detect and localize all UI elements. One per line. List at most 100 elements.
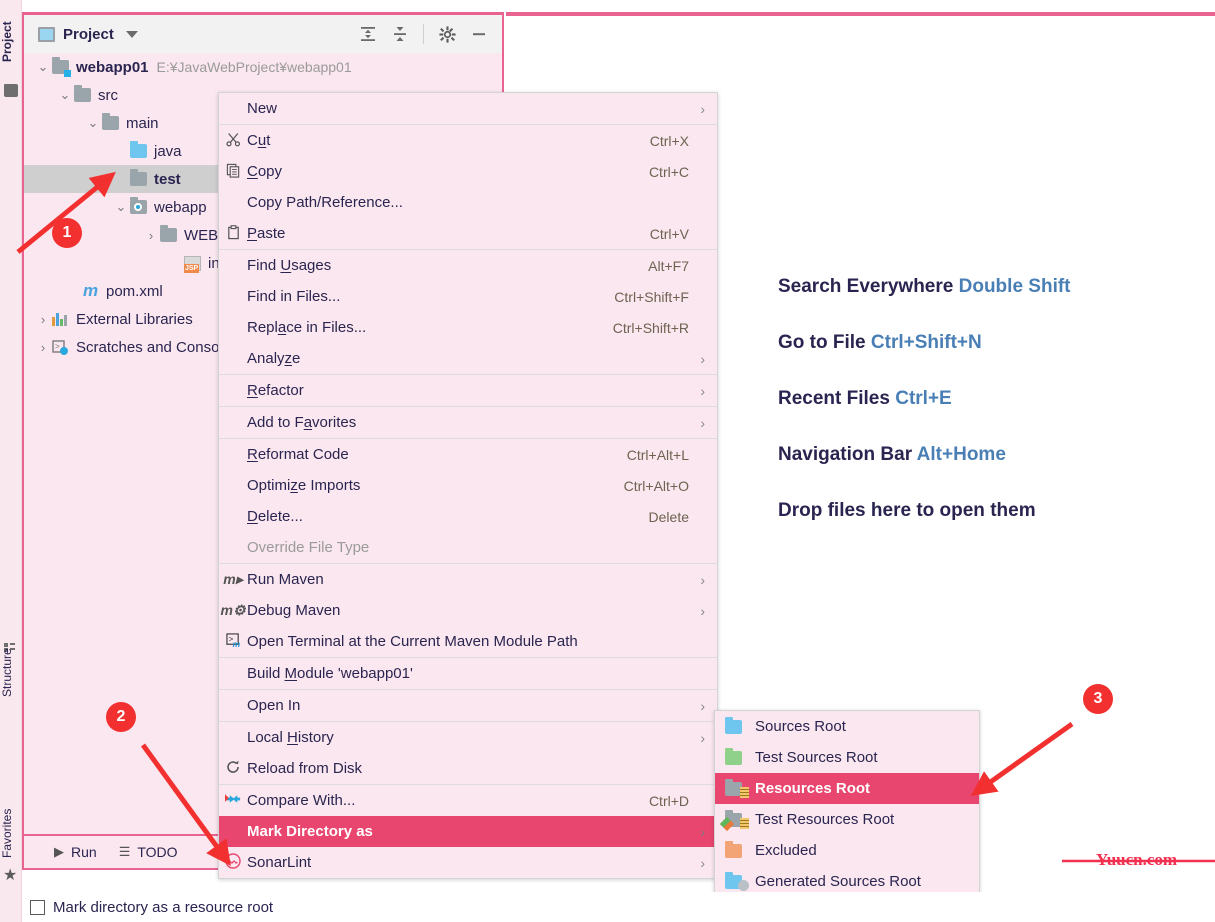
- bottom-tab-todo[interactable]: ☰ TODO: [119, 844, 178, 860]
- expand-all-button[interactable]: [353, 20, 383, 48]
- menu-item-open-in[interactable]: Open In ›: [219, 690, 717, 721]
- submenu-item-label: Excluded: [755, 842, 817, 859]
- submenu-item-sources-root[interactable]: Sources Root: [715, 711, 979, 742]
- menu-item-open-terminal-maven[interactable]: > m Open Terminal at the Current Maven Mo…: [219, 626, 717, 657]
- tool-window-button-project[interactable]: Project: [0, 6, 22, 78]
- tree-expander[interactable]: ›: [142, 228, 160, 243]
- tree-label: External Libraries: [76, 310, 193, 328]
- menu-item-label: Compare With...: [247, 792, 356, 809]
- menu-item-override-file-type: Override File Type: [219, 532, 717, 563]
- menu-item-label: Reload from Disk: [247, 760, 363, 777]
- menu-item-shortcut: Ctrl+X: [649, 132, 689, 149]
- chevron-down-icon[interactable]: [125, 30, 138, 38]
- menu-item-find-in-files[interactable]: Find in Files... Ctrl+Shift+F: [219, 281, 717, 312]
- project-window-header: Project: [24, 15, 502, 53]
- tree-label: pom.xml: [106, 282, 163, 300]
- menu-item-shortcut: Ctrl+V: [649, 225, 689, 242]
- menu-item-reload-from-disk[interactable]: Reload from Disk: [219, 753, 717, 784]
- menu-item-build-module[interactable]: Build Module 'webapp01': [219, 658, 717, 689]
- maven-run-icon: m▸: [223, 571, 243, 587]
- bottom-tab-run[interactable]: ▶ Run: [54, 844, 97, 860]
- collapse-all-button[interactable]: [385, 20, 415, 48]
- web-folder-icon: [130, 197, 147, 214]
- watermark-text: Yuucn.com: [1096, 850, 1178, 869]
- libraries-icon: [52, 312, 69, 326]
- copy-icon: [219, 163, 247, 181]
- folder-icon: [160, 225, 177, 242]
- menu-item-find-usages[interactable]: Find Usages Alt+F7: [219, 250, 717, 281]
- submenu-item-resources-root[interactable]: Resources Root: [715, 773, 979, 804]
- hint-drop-files: Drop files here to open them: [778, 500, 1198, 522]
- tree-expander[interactable]: ›: [34, 340, 52, 355]
- status-checkbox-icon[interactable]: [30, 899, 45, 915]
- menu-item-shortcut: Alt+F7: [648, 257, 689, 274]
- tree-expander[interactable]: ⌄: [84, 115, 102, 131]
- menu-item-sonarlint[interactable]: SonarLint ›: [219, 847, 717, 878]
- tree-row-webapp01[interactable]: ⌄ webapp01 E:¥JavaWebProject¥webapp01: [24, 53, 502, 81]
- submenu-item-test-sources-root[interactable]: Test Sources Root: [715, 742, 979, 773]
- hint-shortcut: Alt+Home: [916, 444, 1006, 465]
- project-view-icon: [38, 26, 55, 42]
- settings-button[interactable]: [432, 20, 462, 48]
- hint-shortcut: Ctrl+Shift+N: [870, 332, 982, 353]
- menu-item-shortcut: Delete: [648, 508, 689, 525]
- tree-expander[interactable]: ⌄: [34, 59, 52, 75]
- menu-item-mark-directory-as[interactable]: Mark Directory as ›: [219, 816, 717, 847]
- submenu-item-label: Generated Sources Root: [755, 873, 921, 890]
- menu-item-add-to-favorites[interactable]: Add to Favorites ›: [219, 407, 717, 438]
- menu-item-refactor[interactable]: Refactor ›: [219, 375, 717, 406]
- tree-expander[interactable]: ›: [34, 312, 52, 327]
- menu-item-label: Cut: [247, 132, 271, 149]
- menu-item-label: Find in Files...: [247, 288, 341, 305]
- menu-item-label: Paste: [247, 225, 286, 242]
- menu-item-run-maven[interactable]: m▸ Run Maven ›: [219, 564, 717, 595]
- tree-expander[interactable]: ⌄: [112, 199, 130, 215]
- submenu-item-excluded[interactable]: Excluded: [715, 835, 979, 866]
- menu-item-label: Refactor: [247, 382, 304, 399]
- menu-item-label: New: [247, 100, 278, 117]
- menu-item-label: Optimize Imports: [247, 477, 361, 494]
- tool-window-button-structure[interactable]: Structure: [0, 630, 22, 716]
- menu-item-paste[interactable]: Paste Ctrl+V: [219, 218, 717, 249]
- submenu-item-test-resources-root[interactable]: Test Resources Root: [715, 804, 979, 835]
- menu-item-analyze[interactable]: Analyze ›: [219, 343, 717, 374]
- hint-action: Go to File: [778, 332, 866, 353]
- svg-text:>: >: [55, 342, 60, 351]
- maven-file-icon: m: [82, 281, 99, 300]
- annotation-badge-3: 3: [1083, 684, 1113, 714]
- tool-window-button-favorites[interactable]: Favorites: [0, 790, 22, 876]
- screen-root: Project Structure Favorites ★ Project ⌄ …: [0, 0, 1215, 922]
- hint-go-to-file: Go to File Ctrl+Shift+N: [778, 332, 1198, 354]
- menu-item-delete[interactable]: Delete... Delete: [219, 501, 717, 532]
- menu-item-label: Open In: [247, 697, 301, 714]
- sonarlint-icon: [219, 853, 247, 872]
- menu-item-new[interactable]: New ›: [219, 93, 717, 124]
- menu-item-copy-path-reference[interactable]: Copy Path/Reference...: [219, 187, 717, 218]
- tree-label: Scratches and Consoles: [76, 338, 239, 356]
- menu-item-label: Override File Type: [247, 539, 370, 556]
- menu-item-label: Run Maven: [247, 571, 324, 588]
- chevron-right-icon: ›: [700, 100, 705, 117]
- project-window-title: Project: [63, 25, 114, 43]
- module-folder-icon: [52, 57, 71, 77]
- gear-icon: [438, 25, 456, 43]
- menu-item-debug-maven[interactable]: m⚙ Debug Maven ›: [219, 595, 717, 626]
- menu-item-cut[interactable]: Cut Ctrl+X: [219, 125, 717, 156]
- menu-item-compare-with[interactable]: Compare With... Ctrl+D: [219, 785, 717, 816]
- menu-item-reformat-code[interactable]: Reformat Code Ctrl+Alt+L: [219, 439, 717, 470]
- folder-blue-icon: [723, 716, 749, 735]
- hint-action: Recent Files: [778, 388, 890, 409]
- compare-icon: [219, 792, 247, 809]
- folder-resources-icon: [723, 778, 749, 798]
- tree-label: webapp01: [76, 58, 149, 76]
- hide-window-button[interactable]: [464, 20, 494, 48]
- menu-item-replace-in-files[interactable]: Replace in Files... Ctrl+Shift+R: [219, 312, 717, 343]
- menu-item-optimize-imports[interactable]: Optimize Imports Ctrl+Alt+O: [219, 470, 717, 501]
- hint-action: Search Everywhere: [778, 276, 954, 297]
- menu-item-label: Find Usages: [247, 257, 332, 274]
- menu-item-local-history[interactable]: Local History ›: [219, 722, 717, 753]
- status-bar: Mark directory as a resource root: [22, 892, 1215, 922]
- menu-item-copy[interactable]: Copy Ctrl+C: [219, 156, 717, 187]
- clipboard-icon: [219, 224, 247, 243]
- tree-expander[interactable]: ⌄: [56, 87, 74, 103]
